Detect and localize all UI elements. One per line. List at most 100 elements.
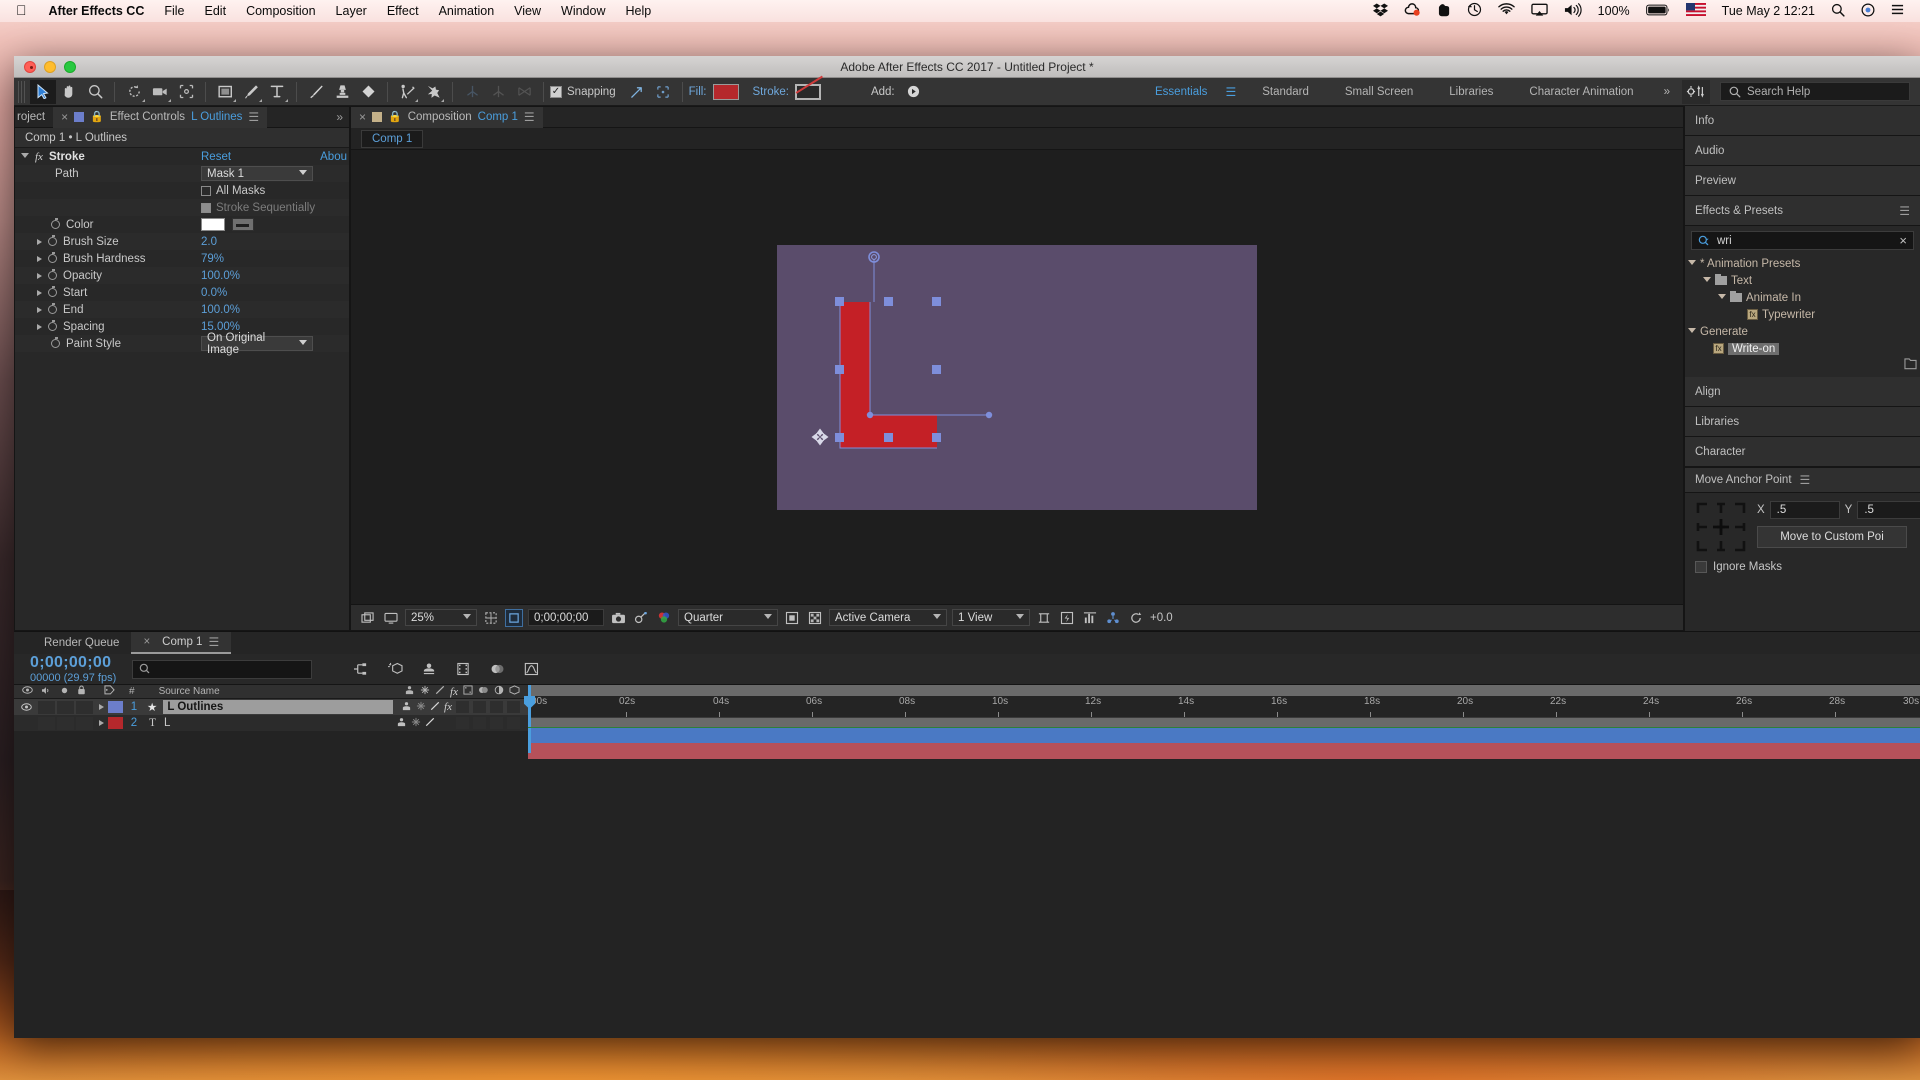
ignore-masks-checkbox[interactable] xyxy=(1695,561,1707,573)
wifi-icon[interactable] xyxy=(1490,3,1523,19)
layer-audio-toggle[interactable] xyxy=(38,716,55,730)
graph-editor-icon[interactable] xyxy=(522,660,540,678)
solo-icon[interactable] xyxy=(60,686,69,698)
shape-tool[interactable] xyxy=(212,80,238,104)
menu-edit[interactable]: Edit xyxy=(195,4,237,18)
fast-preview-icon[interactable] xyxy=(1058,609,1076,627)
property-value-start[interactable]: 0.0% xyxy=(201,287,349,299)
chevron-down-icon[interactable] xyxy=(1688,259,1696,268)
tree-item-text[interactable]: Text xyxy=(1685,272,1920,289)
panel-menu-icon[interactable]: ☰ xyxy=(1899,204,1910,218)
timeline-timecode[interactable]: 0;00;00;00 xyxy=(30,654,118,672)
chevron-right-icon[interactable] xyxy=(37,289,42,296)
tab-composition[interactable]: × 🔒 Composition Comp 1 ☰ xyxy=(351,106,543,128)
hand-tool[interactable] xyxy=(56,80,82,104)
chevron-right-icon[interactable] xyxy=(37,238,42,245)
panel-character[interactable]: Character xyxy=(1685,437,1920,467)
panel-info[interactable]: Info xyxy=(1685,106,1920,136)
reset-exposure-icon[interactable] xyxy=(1127,609,1145,627)
composition-canvas[interactable] xyxy=(777,244,1257,510)
eye-icon[interactable] xyxy=(22,686,33,697)
world-axis-tool[interactable] xyxy=(485,80,511,104)
layer-shy-switch[interactable] xyxy=(401,701,412,714)
tree-item-animate-in[interactable]: Animate In xyxy=(1685,289,1920,306)
rotation-tool[interactable] xyxy=(121,80,147,104)
menu-composition[interactable]: Composition xyxy=(236,4,325,18)
collapse-switch-icon[interactable] xyxy=(420,685,430,698)
time-machine-icon[interactable] xyxy=(1459,2,1490,20)
tree-item-generate[interactable]: Generate xyxy=(1685,323,1920,340)
ignore-masks-row[interactable]: Ignore Masks xyxy=(1685,561,1920,573)
selection-tool[interactable] xyxy=(30,79,56,104)
anchor-position-grid[interactable] xyxy=(1695,501,1747,553)
panel-align[interactable]: Align xyxy=(1685,377,1920,407)
layer-name[interactable]: L Outlines xyxy=(163,700,394,714)
motion-blur-switch-icon[interactable] xyxy=(478,685,489,698)
view-axis-tool[interactable] xyxy=(511,80,537,104)
dropbox-icon[interactable] xyxy=(1365,2,1396,20)
region-of-interest-icon[interactable] xyxy=(505,608,523,627)
menu-animation[interactable]: Animation xyxy=(429,4,505,18)
quality-switch-icon[interactable] xyxy=(435,685,445,698)
layer-expand-chevron[interactable] xyxy=(99,720,104,726)
frame-blending-icon[interactable] xyxy=(454,660,472,678)
always-preview-icon[interactable] xyxy=(359,609,377,627)
workspace-essentials[interactable]: Essentials xyxy=(1137,78,1225,106)
close-icon[interactable]: × xyxy=(61,110,68,124)
frame-blend-switch-icon[interactable] xyxy=(463,685,473,698)
panel-preview[interactable]: Preview xyxy=(1685,166,1920,196)
expand-panel-icon[interactable]: » xyxy=(336,110,349,124)
workspace-settings-icon[interactable] xyxy=(1682,79,1710,104)
stopwatch-icon[interactable] xyxy=(51,218,60,229)
effect-header-row[interactable]: fx Stroke Reset Abou xyxy=(15,148,349,165)
layer-3d-switch[interactable] xyxy=(507,701,520,713)
layer-name[interactable]: L xyxy=(164,717,388,729)
close-icon[interactable]: × xyxy=(143,636,150,648)
chevron-right-icon[interactable] xyxy=(37,255,42,262)
roto-brush-tool[interactable] xyxy=(394,80,420,104)
grid-guides-icon[interactable] xyxy=(482,609,500,627)
timeline-layer-row[interactable]: 1 ★ L Outlines fx xyxy=(14,699,528,715)
add-dropdown-icon[interactable] xyxy=(901,80,927,104)
chevron-right-icon[interactable] xyxy=(37,306,42,313)
menu-file[interactable]: File xyxy=(154,4,194,18)
camera-select[interactable]: Active Camera xyxy=(829,609,947,626)
zoom-tool[interactable] xyxy=(82,80,108,104)
shy-switch-icon[interactable] xyxy=(404,685,415,698)
type-tool[interactable] xyxy=(264,80,290,104)
column-number[interactable]: # xyxy=(129,686,135,697)
us-flag-icon[interactable] xyxy=(1678,3,1714,19)
layer-label-color[interactable] xyxy=(108,717,123,729)
eraser-tool[interactable] xyxy=(355,80,381,104)
camera-tool[interactable] xyxy=(147,80,173,104)
property-row-path[interactable]: Path Mask 1 xyxy=(15,165,349,182)
path-select[interactable]: Mask 1 xyxy=(201,166,313,181)
layer-fx-switch[interactable]: fx xyxy=(444,701,452,713)
property-row-opacity[interactable]: Opacity 100.0% xyxy=(15,267,349,284)
work-area-bar-bottom[interactable] xyxy=(528,718,1920,727)
draft-3d-icon[interactable] xyxy=(386,660,404,678)
layer-solo-toggle[interactable] xyxy=(57,716,74,730)
stopwatch-icon[interactable] xyxy=(48,286,57,297)
lock-icon[interactable]: 🔒 xyxy=(90,110,104,123)
layer-lock-toggle[interactable] xyxy=(76,700,93,714)
layer-adjustment-switch[interactable] xyxy=(490,717,503,729)
evernote-icon[interactable] xyxy=(1430,3,1459,20)
comp-flowchart-icon[interactable] xyxy=(352,660,370,678)
panel-menu-icon[interactable]: ☰ xyxy=(208,635,219,649)
tree-item-write-on[interactable]: fx Write-on xyxy=(1685,340,1920,357)
lock-icon[interactable]: 🔒 xyxy=(388,110,402,123)
panel-menu-icon[interactable]: ☰ xyxy=(524,110,535,124)
menu-layer[interactable]: Layer xyxy=(326,4,377,18)
layer-motion-blur-switch[interactable] xyxy=(473,717,486,729)
tree-item-animation-presets[interactable]: * Animation Presets xyxy=(1685,255,1920,272)
snapping-arrow-icon[interactable] xyxy=(624,80,650,104)
work-area-bar[interactable] xyxy=(528,685,1920,696)
panel-menu-icon[interactable]: ☰ xyxy=(248,110,259,124)
stopwatch-icon[interactable] xyxy=(48,252,57,263)
tab-comp1-timeline[interactable]: × Comp 1 ☰ xyxy=(131,632,232,654)
property-value-brush-size[interactable]: 2.0 xyxy=(201,236,349,248)
property-row-all-masks[interactable]: All Masks xyxy=(15,182,349,199)
notification-center-icon[interactable] xyxy=(1883,3,1912,19)
exposure-value[interactable]: +0.0 xyxy=(1150,612,1173,624)
